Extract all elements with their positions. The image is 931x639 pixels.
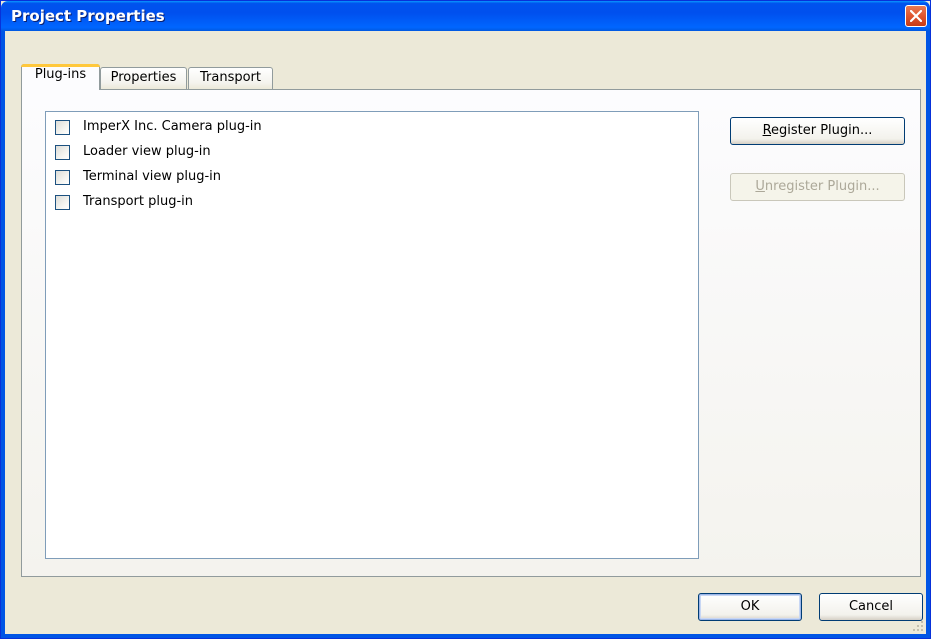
unregister-plugin-button[interactable]: Unregister Plugin...	[730, 173, 905, 201]
plugin-list[interactable]: ImperX Inc. Camera plug-in Loader view p…	[45, 111, 699, 559]
plugin-label: ImperX Inc. Camera plug-in	[83, 119, 262, 134]
ok-button[interactable]: OK	[698, 593, 802, 621]
window-title: Project Properties	[11, 7, 165, 25]
cancel-button[interactable]: Cancel	[819, 593, 923, 621]
plugin-label: Loader view plug-in	[83, 144, 211, 159]
unregister-mnemonic: U	[755, 179, 765, 194]
tab-plug-ins[interactable]: Plug-ins	[21, 64, 100, 90]
tab-label: Plug-ins	[34, 67, 87, 82]
resize-grip-icon[interactable]	[912, 620, 924, 632]
window-frame-left	[1, 31, 5, 638]
project-properties-dialog: Project Properties Plug-ins Properties T…	[0, 0, 931, 639]
window-frame-right	[926, 31, 930, 638]
plugin-checkbox[interactable]	[55, 195, 70, 210]
title-bar[interactable]: Project Properties	[1, 1, 930, 31]
tab-label: Transport	[199, 70, 261, 85]
plugin-checkbox[interactable]	[55, 145, 70, 160]
register-plugin-button[interactable]: Register Plugin...	[730, 117, 905, 145]
tab-label: Properties	[110, 70, 177, 85]
close-button[interactable]	[905, 5, 927, 27]
unregister-label: nregister Plugin...	[764, 179, 880, 194]
plugin-checkbox[interactable]	[55, 170, 70, 185]
close-icon	[910, 10, 922, 22]
ok-label: OK	[740, 599, 760, 614]
tab-properties[interactable]: Properties	[100, 67, 187, 89]
tab-transport[interactable]: Transport	[188, 67, 273, 89]
plugin-label: Terminal view plug-in	[83, 169, 222, 184]
plugin-checkbox[interactable]	[55, 120, 70, 135]
register-label: egister Plugin...	[771, 123, 873, 138]
window-frame-bottom	[1, 634, 930, 638]
plugin-label: Transport plug-in	[83, 194, 194, 209]
register-mnemonic: R	[762, 123, 772, 138]
cancel-label: Cancel	[848, 599, 894, 614]
